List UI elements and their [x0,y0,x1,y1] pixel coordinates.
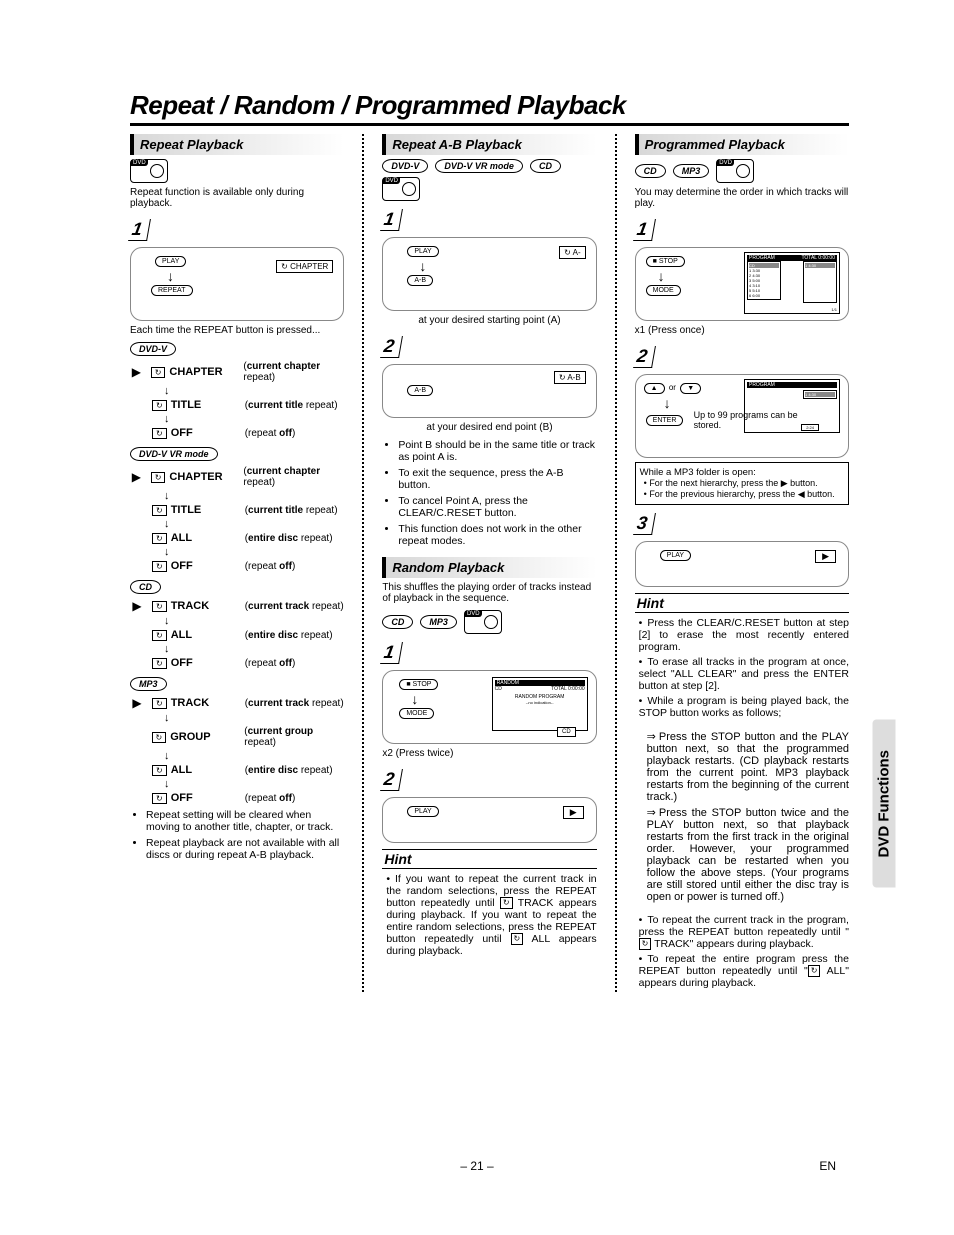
flow-dvdv-vr: ▶↻CHAPTER(current chapter repeat) ↓ ↻TIT… [130,466,344,572]
badge-prog-cd: CD [635,164,666,178]
mp3-folder-note: While a MP3 folder is open: • For the ne… [635,462,849,505]
prog-step-3: 3 [633,513,656,535]
badge-prog-mp3: MP3 [673,164,710,178]
prog-step-1: 1 [633,219,656,241]
ab-button-label: A-B [407,275,433,286]
stop-button-label: ■ STOP [399,679,438,690]
prog-step-2: 2 [633,346,656,368]
diagram-ab-2: ↻ A-B A-B [382,364,596,418]
diagram-rand-2: PLAY ▶ [382,797,596,843]
ab-step-1: 1 [380,209,403,231]
badge-ab-dvdv-vr: DVD-V VR mode [435,159,523,173]
play-button-label: PLAY [407,806,438,817]
badge-mp3: MP3 [130,677,167,691]
hint-heading-prog: Hint [635,593,849,613]
up-button: ▲ [644,383,665,394]
osd-ab: ↻ A-B [554,371,586,384]
random-hint: If you want to repeat the current track … [382,873,596,957]
ab-button-label: A-B [407,385,433,396]
repeat-icon: ↻ [511,933,524,945]
prog-hints: Press the CLEAR/C.RESET button at step [… [635,617,849,719]
repeat-icon: ↻ [500,897,513,909]
program-osd-screen-1: PROGRAM TOTAL 0:00:00 CD 1 3:30 2 4:30 3… [744,252,840,314]
prog-intro: You may determine the order in which tra… [635,187,849,209]
column-divider [615,134,617,992]
enter-button-label: ENTER [646,415,684,426]
page-lang: EN [819,1159,836,1173]
diagram-prog-2: ▲ or ▼ PROGRAM 1 4:30 2:24 ↓ ENTER Up to… [635,374,849,458]
badge-dvdv-vr: DVD-V VR mode [130,447,218,461]
badge-rand-cd: CD [382,615,413,629]
prog-hints-arrow: Press the STOP button and the PLAY butto… [635,730,849,903]
flow-cd: ▶↻TRACK(current track repeat) ↓ ↻ALL(ent… [130,599,344,669]
dvd-icon [716,159,754,183]
diagram-prog-3: PLAY ▶ [635,541,849,587]
badge-ab-cd: CD [530,159,561,173]
play-button-label: PLAY [660,550,691,561]
ab-step-2: 2 [380,336,403,358]
random-osd-screen: RANDOM CD TOTAL 0:00:00 RANDOM PROGRAM -… [492,677,588,731]
section-head-repeat: Repeat Playback [130,134,344,155]
play-triangle-icon: ▶ [563,806,584,819]
repeat-intro: Repeat function is available only during… [130,187,344,209]
diagram-repeat-press: PLAY ↻ CHAPTER ↓ REPEAT [130,247,344,321]
page-title: Repeat / Random / Programmed Playback [130,90,849,126]
play-button-label: PLAY [407,246,438,257]
program-osd-screen-2: PROGRAM 1 4:30 2:24 [744,379,840,433]
column-repeat: Repeat Playback Repeat function is avail… [130,134,344,992]
side-tab-dvd-functions: DVD Functions [872,720,895,888]
column-ab-random: Repeat A-B Playback DVD-V DVD-V VR mode … [382,134,596,992]
osd-a: ↻ A- [559,246,585,259]
page-number: – 21 – [0,1159,954,1173]
column-divider [362,134,364,992]
rand-step1-caption: x2 (Press twice) [382,748,596,759]
badge-rand-mp3: MP3 [420,615,457,629]
ab-bullets: Point B should be in the same title or t… [382,439,596,547]
dvd-icon [130,159,168,183]
step-1: 1 [128,219,151,241]
badge-ab-dvdv: DVD-V [382,159,428,173]
flow-dvdv: ▶↻CHAPTER(current chapter repeat) ↓ ↻TIT… [130,361,344,439]
play-triangle-icon: ▶ [815,550,836,563]
flow-mp3: ▶↻TRACK(current track repeat) ↓ ↻GROUP(c… [130,696,344,804]
osd-chapter: ↻ CHAPTER [276,260,333,273]
hint-heading-random: Hint [382,849,596,869]
random-intro: This shuffles the playing order of track… [382,582,596,604]
badge-cd: CD [130,580,161,594]
diagram-ab-1: PLAY ↻ A- ↓ A-B [382,237,596,311]
prog-hints-2: To repeat the current track in the progr… [635,914,849,989]
diagram-rand-1: ■ STOP RANDOM CD TOTAL 0:00:00 RANDOM PR… [382,670,596,744]
stop-button-label: ■ STOP [646,256,685,267]
repeat-icon: ↻ [808,965,821,977]
rand-step-1: 1 [380,642,403,664]
repeat-button-label: REPEAT [151,285,193,296]
badge-dvdv: DVD-V [130,342,176,356]
ab-step1-caption: at your desired starting point (A) [382,315,596,326]
dvd-icon [464,610,502,634]
cd-small-osd: CD [557,727,576,737]
section-head-ab: Repeat A-B Playback [382,134,596,155]
mode-button-label: MODE [646,285,681,296]
repeat-notes: Repeat setting will be cleared when movi… [130,809,344,861]
down-button: ▼ [680,383,701,394]
rand-step-2: 2 [380,769,403,791]
play-button-label: PLAY [155,256,186,267]
section-head-random: Random Playback [382,557,596,578]
column-programmed: Programmed Playback CD MP3 You may deter… [635,134,849,992]
prog-step1-caption: x1 (Press once) [635,325,849,336]
diagram-prog-1: ■ STOP PROGRAM TOTAL 0:00:00 CD 1 3:30 2… [635,247,849,321]
section-head-programmed: Programmed Playback [635,134,849,155]
dvd-icon [382,177,420,201]
diagram1-caption: Each time the REPEAT button is pressed..… [130,325,344,336]
mode-button-label: MODE [399,708,434,719]
repeat-icon: ↻ [639,938,652,950]
ab-step2-caption: at your desired end point (B) [382,422,596,433]
arrow-down-icon: ↓ [419,261,581,271]
